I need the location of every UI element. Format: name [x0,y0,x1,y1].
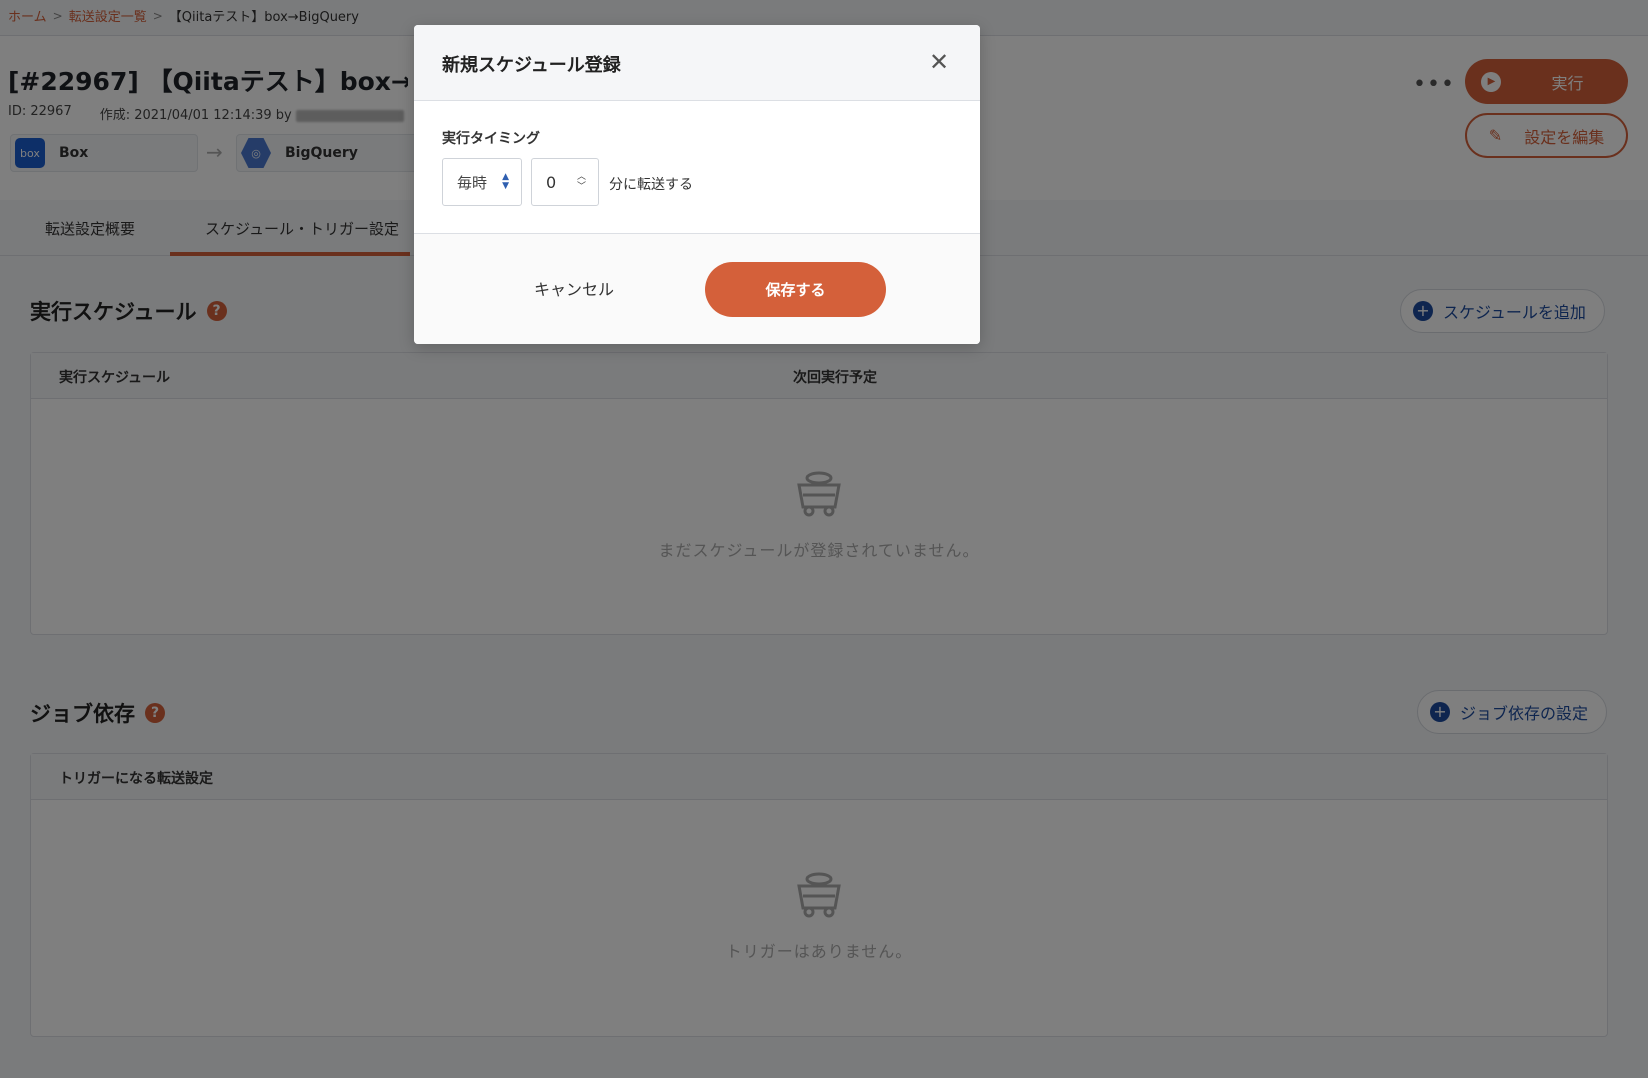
modal-header: 新規スケジュール登録 ✕ [414,25,980,101]
timing-label: 実行タイミング [442,131,540,147]
modal-body: 実行タイミング 毎時 ▲ ▼ 0 ︿ ﹀ 分に転送する [414,101,980,234]
minute-value: 0 [546,172,557,192]
stepper-arrows-icon[interactable]: ︿ ﹀ [577,172,586,192]
frequency-value: 毎時 [457,173,488,192]
new-schedule-modal: 新規スケジュール登録 ✕ 実行タイミング 毎時 ▲ ▼ 0 ︿ ﹀ 分に転送する キ… [414,25,980,344]
modal-footer: キャンセル 保存する [414,234,980,344]
minute-stepper[interactable]: 0 ︿ ﹀ [531,158,599,206]
select-arrows-icon: ▲ ▼ [502,172,509,191]
close-icon[interactable]: ✕ [924,47,954,77]
frequency-select[interactable]: 毎時 ▲ ▼ [442,158,522,206]
save-button[interactable]: 保存する [705,262,886,317]
minute-suffix: 分に転送する [609,177,693,193]
cancel-button[interactable]: キャンセル [534,276,614,300]
modal-title: 新規スケジュール登録 [442,55,621,76]
